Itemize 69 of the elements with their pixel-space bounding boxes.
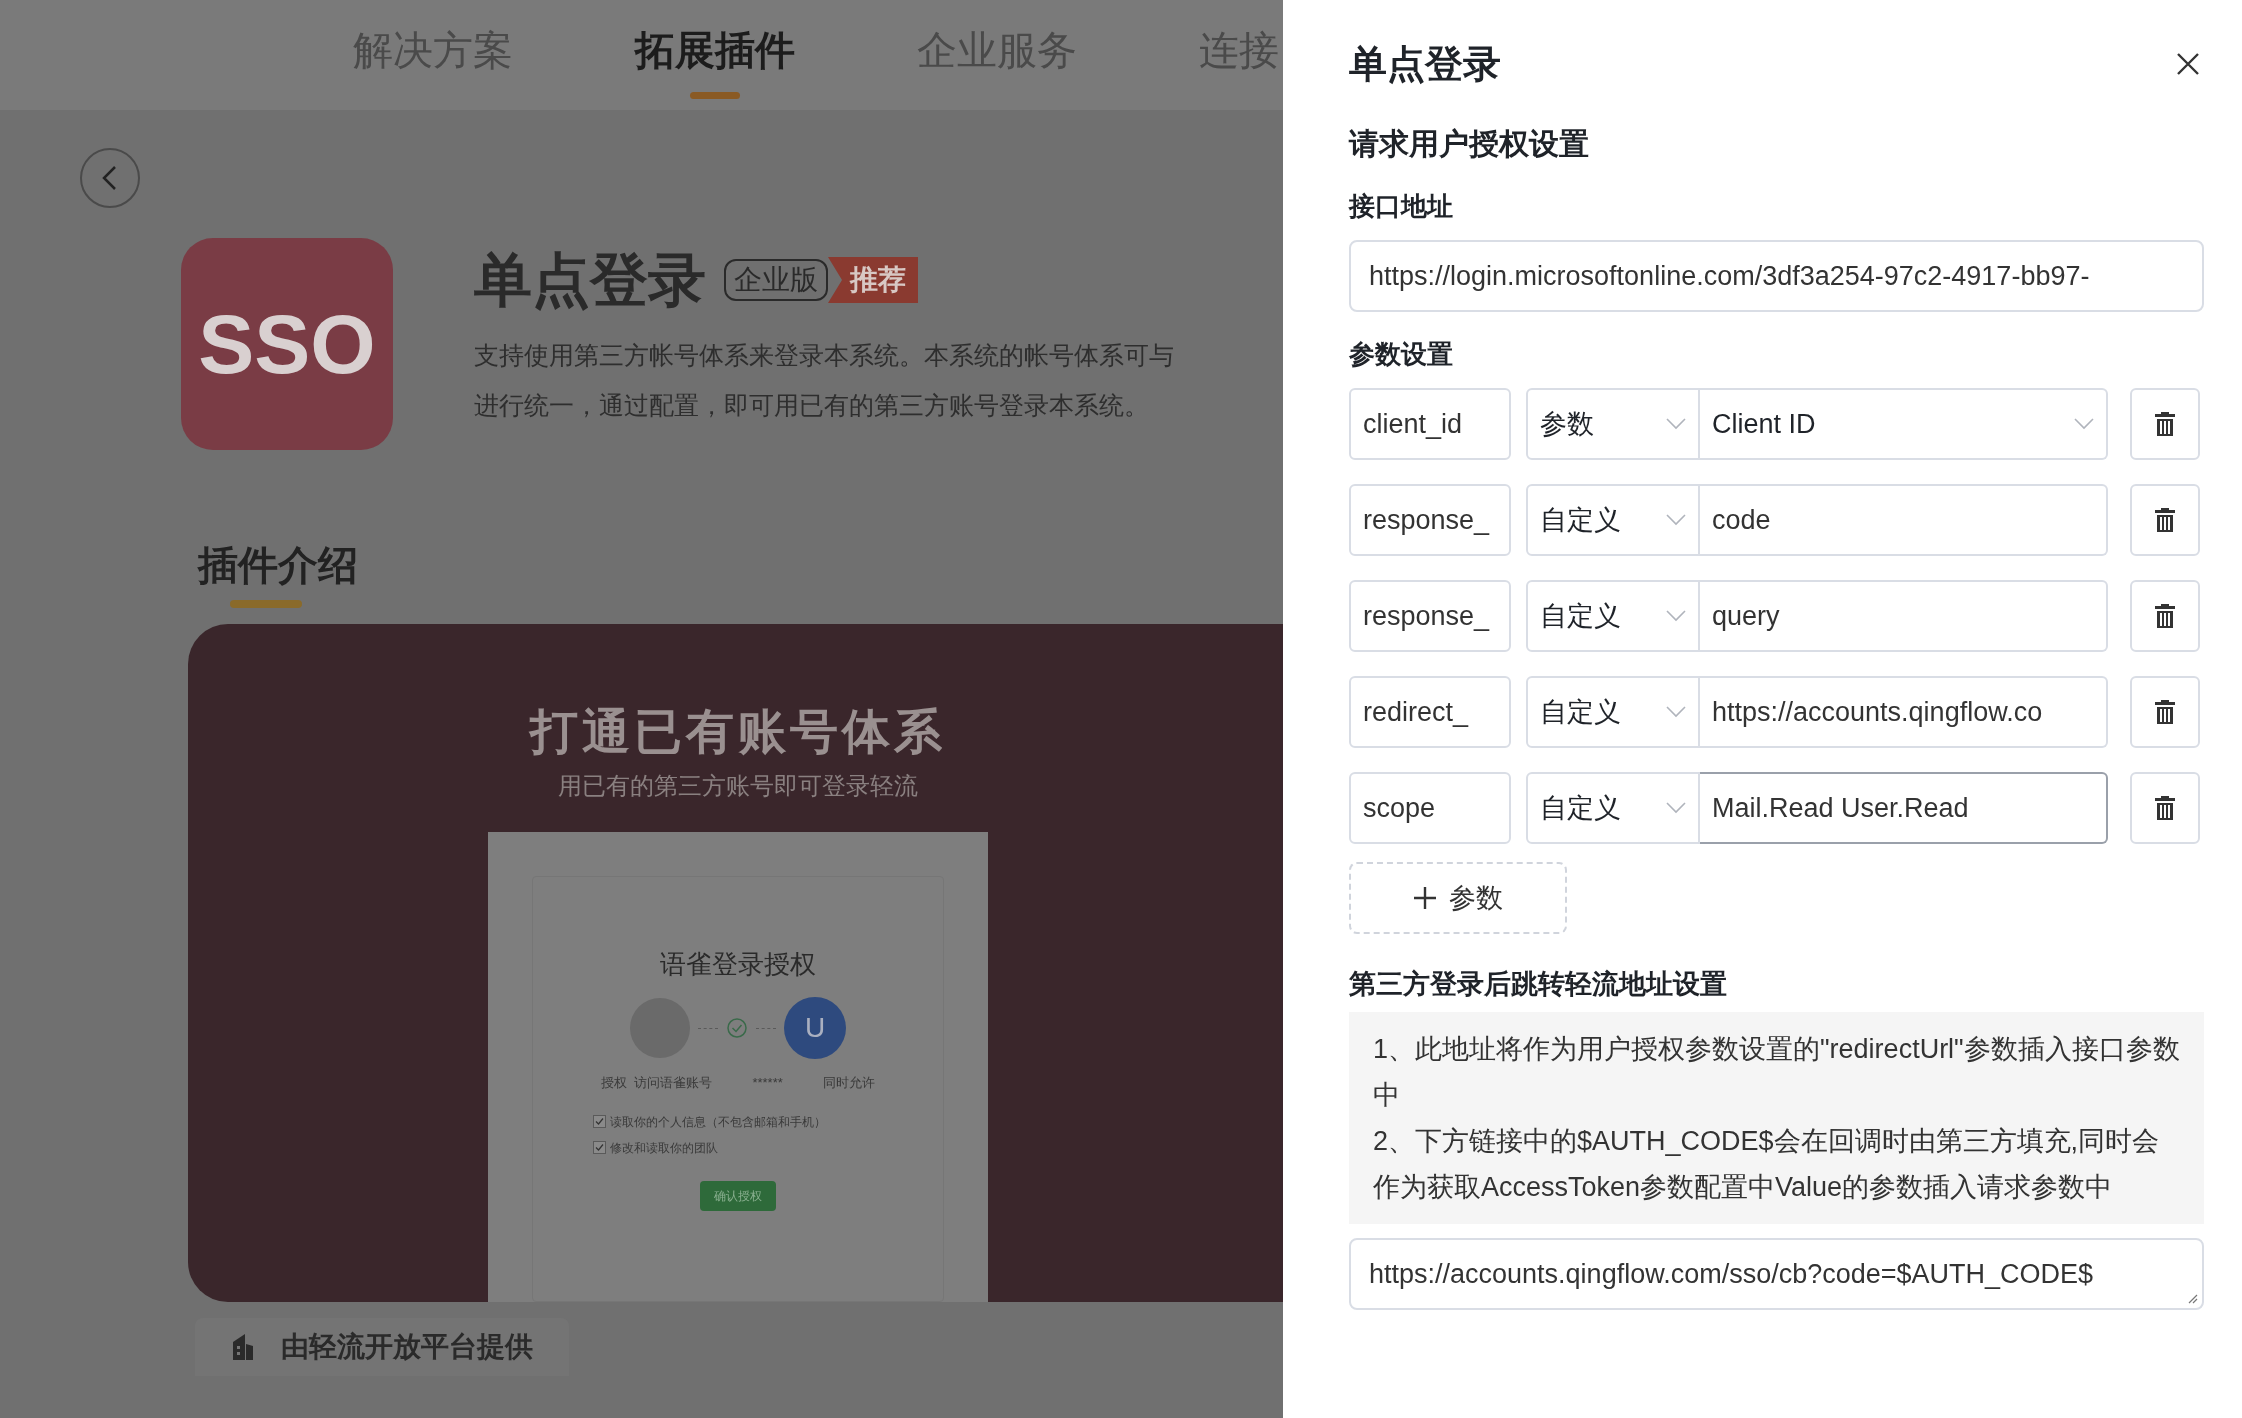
input-field[interactable]: https://accounts.qingflow.co <box>1700 676 2108 748</box>
trash-icon <box>2154 603 2176 629</box>
delete-button[interactable] <box>2130 580 2200 652</box>
select-field[interactable]: 自定义 <box>1526 676 1700 748</box>
permission-label: 读取你的个人信息（不包含邮箱和手机） <box>610 1113 826 1131</box>
add-param-button[interactable]: 参数 <box>1349 862 1567 934</box>
select-field[interactable]: 自定义 <box>1526 580 1700 652</box>
caret-icon <box>1666 610 1686 622</box>
edition-badge: 企业版 <box>724 259 828 301</box>
description-text: 支持使用第三方帐号体系来登录本系统。本系统的帐号体系可与 <box>474 340 1174 371</box>
trash-icon <box>2154 795 2176 821</box>
connector-line <box>698 1027 718 1029</box>
trash-icon <box>2154 699 2176 725</box>
input-field[interactable]: client_id <box>1349 388 1511 460</box>
description-text: 进行统一，通过配置，即可用已有的第三方账号登录本系统。 <box>474 390 1150 421</box>
trash-icon <box>2154 507 2176 533</box>
caret-icon <box>1666 514 1686 526</box>
app-icon: SSO <box>181 238 393 450</box>
caret-icon <box>1666 418 1686 430</box>
section-heading: 请求用户授权设置 <box>1349 126 1590 162</box>
delete-button[interactable] <box>2130 772 2200 844</box>
select-field[interactable]: 自定义 <box>1526 484 1700 556</box>
caret-icon <box>1666 802 1686 814</box>
input-field[interactable]: Mail.Read User.Read <box>1700 772 2108 844</box>
field-label: 接口地址 <box>1349 190 1454 223</box>
input-field[interactable]: scope <box>1349 772 1511 844</box>
textarea-field[interactable]: https://accounts.qingflow.com/sso/cb?code=$AUTH_CODE$ <box>1349 1238 2204 1310</box>
chevron-left-icon <box>101 165 119 191</box>
provider-text: 由轻流开放平台提供 <box>281 1330 533 1364</box>
checkbox[interactable] <box>593 1141 606 1154</box>
input-field[interactable]: code <box>1700 484 2108 556</box>
note-text: 2、下方链接中的$AUTH_CODE$会在回调时由第三方填充,同时会作为获取AccessToken参数配置中Value的参数插入请求参数中 <box>1373 1125 2161 1204</box>
select-field[interactable]: 参数 <box>1526 388 1700 460</box>
heading-underline <box>230 600 302 608</box>
input-field[interactable]: https://login.microsoftonline.com/3df3a254-97c2-4917-bb97- <box>1349 240 2204 312</box>
caret-icon <box>2074 418 2094 430</box>
plus-icon <box>1413 886 1437 910</box>
banner-subtitle: 用已有的第三方账号即可登录轻流 <box>558 771 918 801</box>
user-avatar: U <box>784 997 846 1059</box>
input-field[interactable]: response_ <box>1349 580 1511 652</box>
caret-icon <box>1666 706 1686 718</box>
drawer-title: 单点登录 <box>1349 42 1501 87</box>
banner-title: 打通已有账号体系 <box>530 704 946 760</box>
mock-title: 语雀登录授权 <box>660 948 816 981</box>
delete-button[interactable] <box>2130 676 2200 748</box>
select-field[interactable]: 自定义 <box>1526 772 1700 844</box>
input-field[interactable]: query <box>1700 580 2108 652</box>
delete-button[interactable] <box>2130 388 2200 460</box>
plugin-title: 单点登录 <box>474 246 706 314</box>
permission-label: 修改和读取你的团队 <box>610 1139 718 1157</box>
mock-label: ****** <box>752 1074 783 1092</box>
building-icon <box>231 1332 255 1362</box>
input-field[interactable]: redirect_ <box>1349 676 1511 748</box>
mock-label: 同时允许 <box>822 1074 875 1092</box>
check-circle-icon <box>726 1017 748 1039</box>
recommend-tag: 推荐 <box>828 257 918 303</box>
section-heading: 第三方登录后跳转轻流地址设置 <box>1349 968 1728 1001</box>
connector-line <box>756 1027 776 1029</box>
note-text: 1、此地址将作为用户授权参数设置的"redirectUrl"参数插入接口参数中 <box>1373 1033 2180 1112</box>
nav-tab[interactable]: 拓展插件 <box>635 0 795 99</box>
section-heading: 插件介绍 <box>198 542 358 589</box>
select-field[interactable]: Client ID <box>1700 388 2108 460</box>
checkbox[interactable] <box>593 1115 606 1128</box>
field-label: 参数设置 <box>1349 338 1454 371</box>
input-field[interactable]: response_ <box>1349 484 1511 556</box>
trash-icon <box>2154 411 2176 437</box>
delete-button[interactable] <box>2130 484 2200 556</box>
resize-handle-icon[interactable] <box>2186 1292 2198 1304</box>
mock-label: 授权 访问语雀账号 <box>601 1074 713 1092</box>
